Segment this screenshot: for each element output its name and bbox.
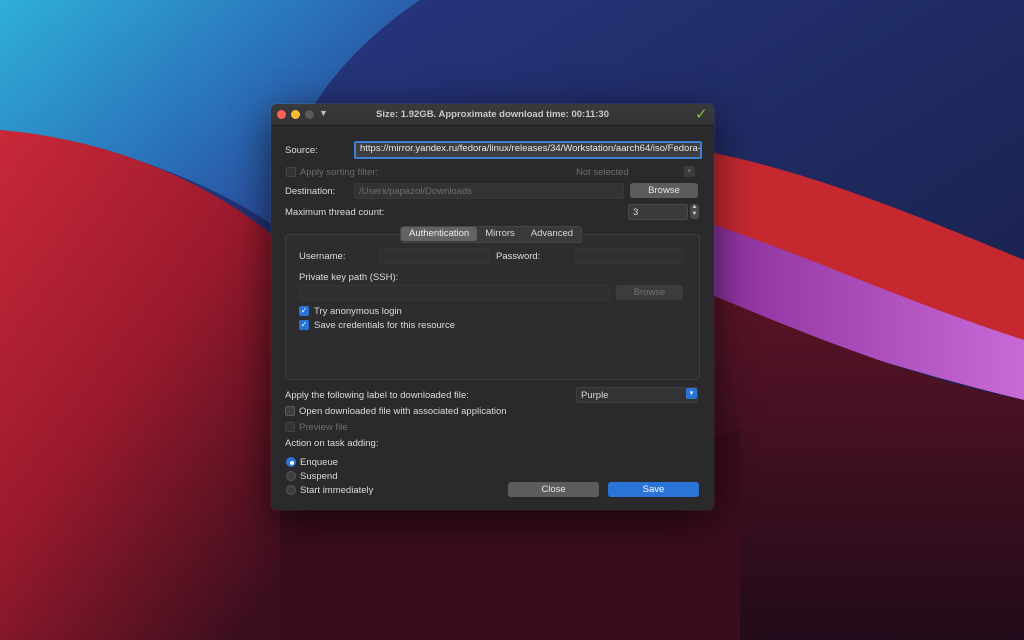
sorting-filter-checkbox[interactable] (286, 167, 296, 177)
start-immediately-label: Start immediately (300, 485, 374, 496)
private-key-browse-button[interactable]: Browse (616, 285, 683, 300)
enqueue-radio[interactable] (286, 457, 296, 467)
checkmark-icon: ✓ (695, 106, 708, 123)
destination-browse-button[interactable]: Browse (630, 183, 698, 198)
private-key-label: Private key path (SSH): (299, 272, 399, 283)
suspend-label: Suspend (300, 471, 338, 482)
open-with-app-checkbox[interactable] (285, 406, 295, 416)
password-label: Password: (496, 251, 541, 262)
save-button[interactable]: Save (608, 482, 699, 497)
source-label: Source: (285, 145, 318, 156)
save-credentials-checkbox[interactable]: ✓ (299, 320, 309, 330)
tab-bar: Authentication Mirrors Advanced (400, 226, 583, 243)
anonymous-login-label: Try anonymous login (314, 306, 402, 317)
close-button[interactable]: Close (508, 482, 599, 497)
tab-authentication[interactable]: Authentication (401, 227, 478, 241)
open-with-app-label: Open downloaded file with associated app… (299, 406, 507, 417)
chevron-down-icon[interactable]: ▾ (684, 166, 695, 177)
sorting-filter-select[interactable]: Not selected (576, 167, 629, 178)
suspend-radio[interactable] (286, 471, 296, 481)
new-download-dialog: ▼ Size: 1.92GB. Approximate download tim… (271, 104, 714, 510)
tab-mirrors[interactable]: Mirrors (477, 227, 523, 241)
preview-file-checkbox[interactable] (285, 422, 295, 432)
username-field[interactable] (379, 248, 490, 264)
file-label-prompt: Apply the following label to downloaded … (285, 390, 469, 401)
thread-count-label: Maximum thread count: (285, 207, 385, 218)
source-url-field[interactable]: https://mirror.yandex.ru/fedora/linux/re… (354, 141, 702, 159)
anonymous-login-checkbox[interactable]: ✓ (299, 306, 309, 316)
window-title: Size: 1.92GB. Approximate download time:… (376, 109, 609, 120)
sorting-filter-label: Apply sorting filter: (300, 167, 379, 178)
destination-label: Destination: (285, 186, 336, 197)
thread-count-field[interactable]: 3 (628, 204, 688, 220)
start-immediately-radio[interactable] (286, 485, 296, 495)
private-key-field[interactable] (299, 285, 610, 301)
title-bar: ▼ Size: 1.92GB. Approximate download tim… (271, 104, 714, 126)
thread-count-stepper[interactable]: ▲ ▼ (690, 204, 699, 219)
action-on-add-label: Action on task adding: (285, 438, 379, 449)
tab-advanced[interactable]: Advanced (523, 227, 581, 241)
preview-file-label: Preview file (299, 422, 348, 433)
file-label-select[interactable]: Purple (576, 387, 698, 403)
password-field[interactable] (575, 248, 683, 264)
save-credentials-label: Save credentials for this resource (314, 320, 455, 331)
destination-field[interactable]: /Users/papazol/Downloads (354, 183, 624, 199)
enqueue-label: Enqueue (300, 457, 339, 468)
chevron-down-icon[interactable]: ▾ (686, 388, 697, 399)
username-label: Username: (299, 251, 346, 262)
